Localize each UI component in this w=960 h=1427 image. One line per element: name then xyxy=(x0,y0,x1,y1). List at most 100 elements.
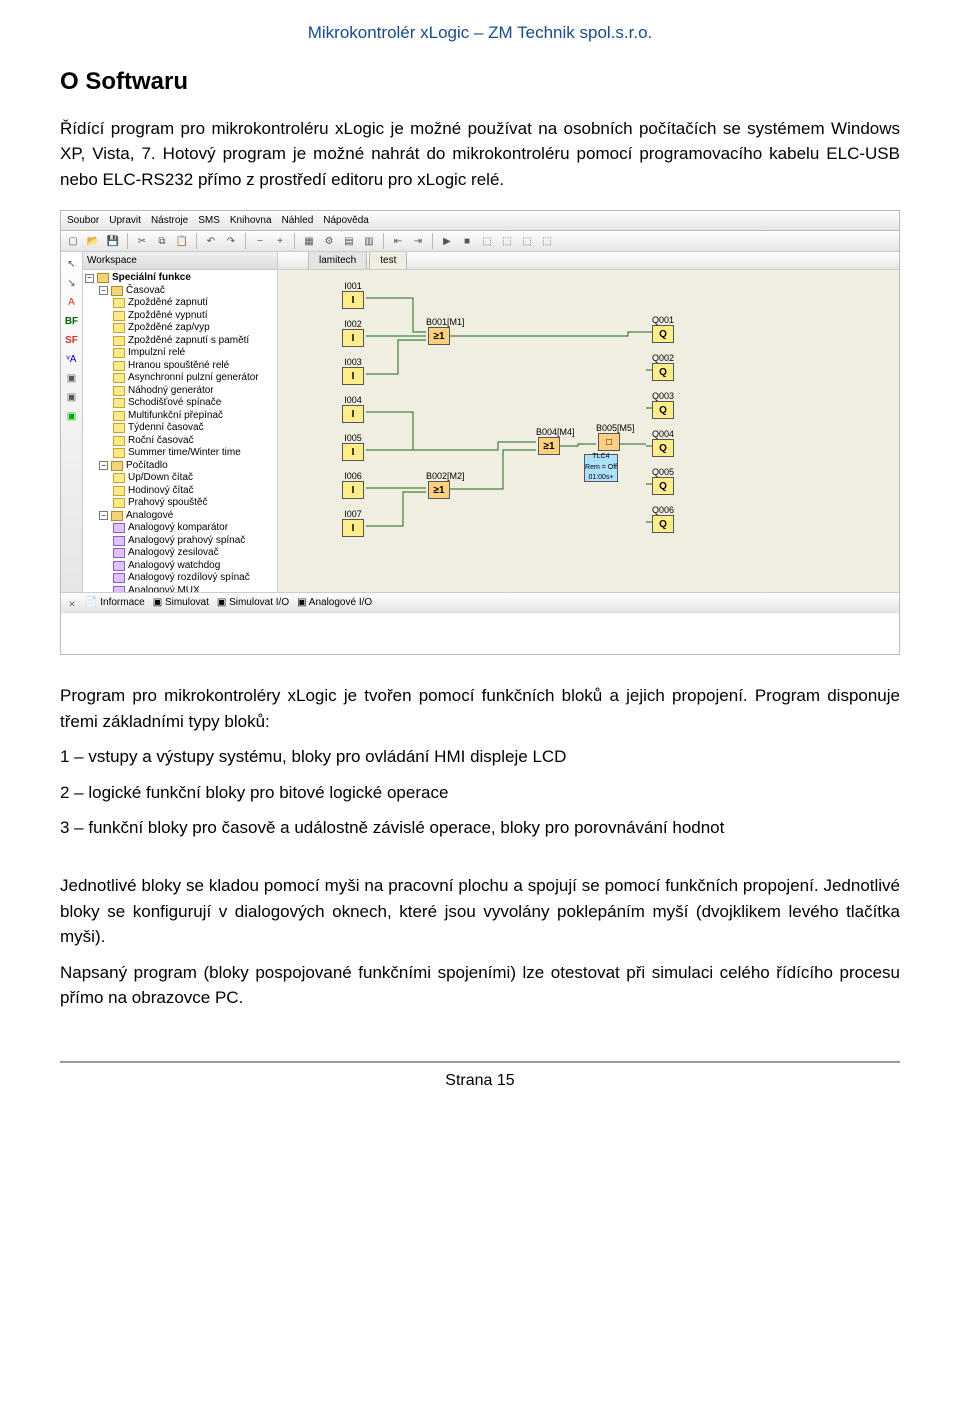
menu-item-nástroje[interactable]: Nástroje xyxy=(151,213,188,228)
zoomin-icon[interactable]: + xyxy=(272,233,288,249)
tab-lamitech[interactable]: lamitech xyxy=(308,252,367,269)
sim2-icon[interactable]: ■ xyxy=(459,233,475,249)
redo-icon[interactable]: ↷ xyxy=(223,233,239,249)
diagram-block[interactable]: I004I xyxy=(340,396,366,423)
workspace-tree-panel: Workspace −Speciální funkce−ČasovačZpožd… xyxy=(83,252,278,592)
tab-test[interactable]: test xyxy=(369,252,407,269)
page-footer: Strana 15 xyxy=(60,1061,900,1093)
paste-icon[interactable]: 📋 xyxy=(174,233,190,249)
bottom-tab-info[interactable]: 📄 Informace xyxy=(85,595,145,610)
close-icon[interactable]: ✕ xyxy=(67,598,77,608)
tree-leaf[interactable]: Analogový komparátor xyxy=(85,522,275,535)
diagram-block[interactable]: B001[M1]≥1 xyxy=(426,318,452,345)
zoomout-icon[interactable]: − xyxy=(252,233,268,249)
diagram-block[interactable]: I007I xyxy=(340,510,366,537)
tree-leaf[interactable]: Hodinový čítač xyxy=(85,485,275,498)
function-tree[interactable]: −Speciální funkce−ČasovačZpožděné zapnut… xyxy=(83,270,277,592)
cut-icon[interactable]: ✂ xyxy=(134,233,150,249)
block2-icon[interactable]: ▣ xyxy=(64,389,80,405)
diagram-block[interactable]: Q005Q xyxy=(650,468,676,495)
sim5-icon[interactable]: ⬚ xyxy=(519,233,535,249)
tree-group[interactable]: −Časovač xyxy=(85,285,275,298)
tree-group[interactable]: −Analogové xyxy=(85,510,275,523)
menu-item-sms[interactable]: SMS xyxy=(198,213,220,228)
copy-icon[interactable]: ⧉ xyxy=(154,233,170,249)
grid-icon[interactable]: ▦ xyxy=(301,233,317,249)
block1-icon[interactable]: ▣ xyxy=(64,370,80,386)
diagram-block[interactable]: I001I xyxy=(340,282,366,309)
tool-icon[interactable]: ⚙ xyxy=(321,233,337,249)
save-icon[interactable]: 💾 xyxy=(105,233,121,249)
tree-leaf[interactable]: Prahový spouštěč xyxy=(85,497,275,510)
menu-item-soubor[interactable]: Soubor xyxy=(67,213,99,228)
bf-icon[interactable]: BF xyxy=(64,313,80,329)
menu-item-náhled[interactable]: Náhled xyxy=(282,213,314,228)
bottom-tab-sim[interactable]: ▣ Simulovat xyxy=(153,595,209,610)
align-icon[interactable]: ⇤ xyxy=(390,233,406,249)
tool2-icon[interactable]: ▤ xyxy=(341,233,357,249)
text-icon[interactable]: A xyxy=(64,294,80,310)
sim6-icon[interactable]: ⬚ xyxy=(539,233,555,249)
tree-leaf[interactable]: Analogový zesilovač xyxy=(85,547,275,560)
diagram-block[interactable]: B004[M4]≥1 xyxy=(536,428,562,455)
open-icon[interactable]: 📂 xyxy=(85,233,101,249)
tree-leaf[interactable]: Analogový prahový spínač xyxy=(85,535,275,548)
diagram-block[interactable]: Q001Q xyxy=(650,316,676,343)
diagram-block[interactable]: Q004Q xyxy=(650,430,676,457)
tree-root[interactable]: −Speciální funkce xyxy=(85,272,275,285)
bullet-2: 2 – logické funkční bloky pro bitové log… xyxy=(60,780,900,806)
tool3-icon[interactable]: ▥ xyxy=(361,233,377,249)
tree-leaf[interactable]: Asynchronní pulzní generátor xyxy=(85,372,275,385)
diagram-info-block[interactable]: TLC4 Rem = Off 01:00s+ xyxy=(584,454,610,482)
tree-group[interactable]: −Počítadlo xyxy=(85,460,275,473)
tree-leaf[interactable]: Schodišťové spínače xyxy=(85,397,275,410)
bottom-tab-simio[interactable]: ▣ Simulovat I/O xyxy=(217,595,289,610)
diagram-canvas-area: lamitech test xyxy=(278,252,899,592)
bullet-1: 1 – vstupy a výstupy systému, bloky pro … xyxy=(60,744,900,770)
diagram-canvas[interactable]: I001I I002I I003I I004I I005I I006I I007I Q001Q… xyxy=(278,270,899,592)
tree-leaf[interactable]: Analogový watchdog xyxy=(85,560,275,573)
undo-icon[interactable]: ↶ xyxy=(203,233,219,249)
sf-icon[interactable]: SF xyxy=(64,332,80,348)
sim3-icon[interactable]: ⬚ xyxy=(479,233,495,249)
main-toolbar: ▢ 📂 💾 ✂ ⧉ 📋 ↶ ↷ − + ▦ ⚙ ▤ ▥ ⇤ ⇥ ▶ ■ ⬚ ⬚ … xyxy=(61,231,899,252)
align2-icon[interactable]: ⇥ xyxy=(410,233,426,249)
menu-item-upravit[interactable]: Upravit xyxy=(109,213,141,228)
diagram-block[interactable]: B002[M2]≥1 xyxy=(426,472,452,499)
va-icon[interactable]: ᵛA xyxy=(64,351,80,367)
tree-leaf[interactable]: Summer time/Winter time xyxy=(85,447,275,460)
diagram-block[interactable]: Q002Q xyxy=(650,354,676,381)
menu-item-nápověda[interactable]: Nápověda xyxy=(323,213,369,228)
tree-leaf[interactable]: Hranou spouštěné relé xyxy=(85,360,275,373)
sim4-icon[interactable]: ⬚ xyxy=(499,233,515,249)
pointer-icon[interactable]: ↖ xyxy=(64,256,80,272)
diagram-block[interactable]: Q003Q xyxy=(650,392,676,419)
block3-icon[interactable]: ▣ xyxy=(64,408,80,424)
para-simulation: Napsaný program (bloky pospojované funkč… xyxy=(60,960,900,1011)
diagram-block[interactable]: I006I xyxy=(340,472,366,499)
diagram-block[interactable]: I003I xyxy=(340,358,366,385)
new-icon[interactable]: ▢ xyxy=(65,233,81,249)
diagram-block[interactable]: B005[M5]□ xyxy=(596,424,622,451)
tree-leaf[interactable]: Up/Down čítač xyxy=(85,472,275,485)
side-toolbox: ↖ ↘ A BF SF ᵛA ▣ ▣ ▣ xyxy=(61,252,83,592)
tree-leaf[interactable]: Zpožděné zapnutí xyxy=(85,297,275,310)
diagram-block[interactable]: Q006Q xyxy=(650,506,676,533)
tree-leaf[interactable]: Týdenní časovač xyxy=(85,422,275,435)
diagram-block[interactable]: I002I xyxy=(340,320,366,347)
tree-leaf[interactable]: Analogový rozdílový spínač xyxy=(85,572,275,585)
bottom-tab-analog[interactable]: ▣ Analogové I/O xyxy=(297,595,372,610)
tree-leaf[interactable]: Zpožděné zap/vyp xyxy=(85,322,275,335)
tree-leaf[interactable]: Zpožděné vypnutí xyxy=(85,310,275,323)
tree-leaf[interactable]: Impulzní relé xyxy=(85,347,275,360)
diagram-block[interactable]: I005I xyxy=(340,434,366,461)
sim-icon[interactable]: ▶ xyxy=(439,233,455,249)
tree-leaf[interactable]: Analogový MUX xyxy=(85,585,275,593)
tree-leaf[interactable]: Roční časovač xyxy=(85,435,275,448)
tree-leaf[interactable]: Náhodný generátor xyxy=(85,385,275,398)
para-usage: Jednotlivé bloky se kladou pomocí myši n… xyxy=(60,873,900,950)
wire-icon[interactable]: ↘ xyxy=(64,275,80,291)
tree-leaf[interactable]: Zpožděné zapnutí s pamětí xyxy=(85,335,275,348)
tree-leaf[interactable]: Multifunkční přepínač xyxy=(85,410,275,423)
menu-item-knihovna[interactable]: Knihovna xyxy=(230,213,272,228)
